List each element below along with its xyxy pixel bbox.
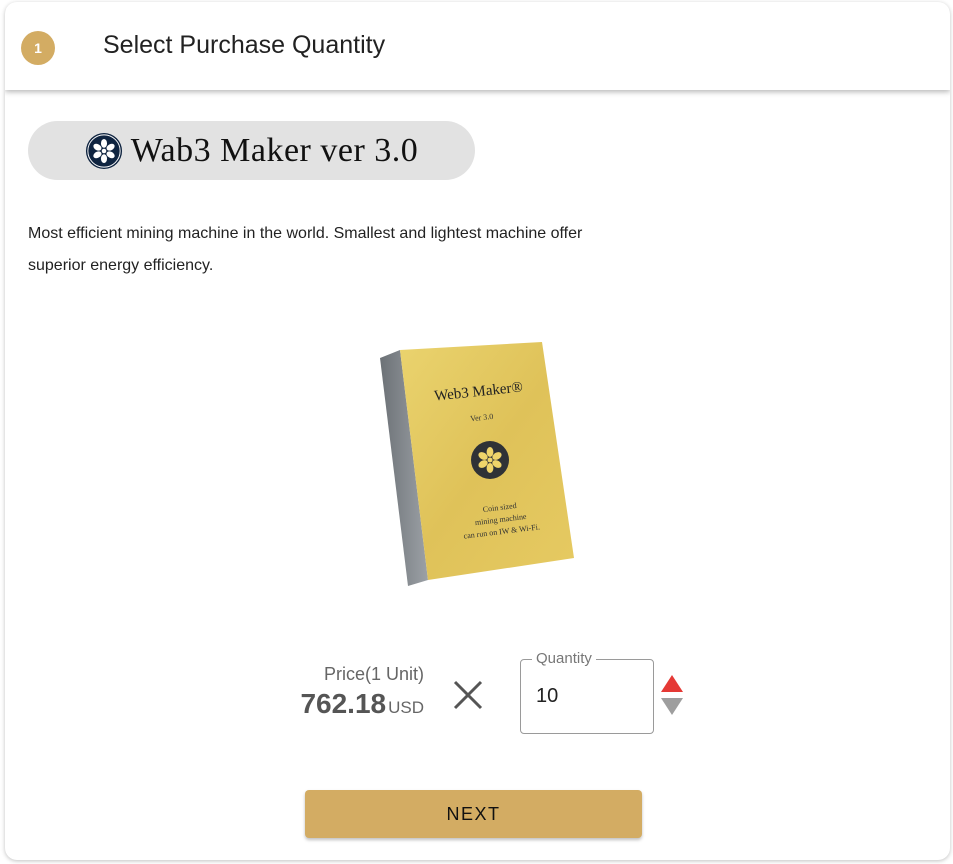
step-header: 1 Select Purchase Quantity xyxy=(5,2,950,90)
step-title: Select Purchase Quantity xyxy=(103,31,386,59)
product-name-pill: Wab3 Maker ver 3.0 xyxy=(28,121,475,180)
price-value: 762.18 xyxy=(300,688,387,719)
flower-logo-icon xyxy=(85,132,122,169)
quantity-stepper[interactable] xyxy=(660,674,684,718)
quantity-input[interactable]: 10 xyxy=(536,685,558,708)
product-description: Most efficient mining machine in the wor… xyxy=(28,225,583,274)
step-number-badge: 1 xyxy=(21,31,55,65)
quantity-label: Quantity xyxy=(532,650,596,667)
triangle-down-icon[interactable] xyxy=(660,697,684,716)
price-label: Price(1 Unit) xyxy=(323,664,424,684)
product-name: Wab3 Maker ver 3.0 xyxy=(130,131,419,169)
unit-price-block: Price(1 Unit) 762.18 USD xyxy=(284,664,424,720)
triangle-up-icon[interactable] xyxy=(660,674,684,693)
times-icon xyxy=(453,680,483,710)
next-button[interactable]: NEXT xyxy=(305,790,642,838)
price-currency: USD xyxy=(388,698,424,717)
product-box-image: Web3 Maker® Ver 3.0 Coin sized mining ma… xyxy=(380,342,574,586)
quantity-field[interactable]: Quantity 10 xyxy=(520,650,654,734)
